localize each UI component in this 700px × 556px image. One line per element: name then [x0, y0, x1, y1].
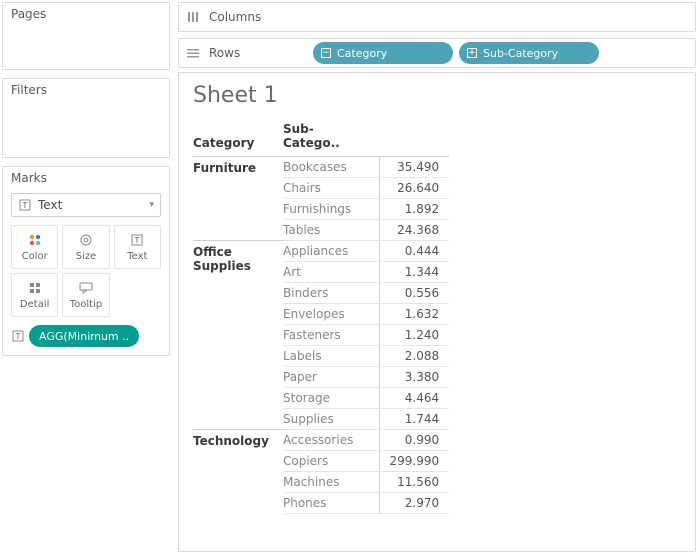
table-row[interactable]: TechnologyAccessories0.990	[193, 430, 449, 451]
pages-label: Pages	[3, 3, 169, 23]
mark-detail-button[interactable]: Detail	[11, 273, 58, 317]
value-cell[interactable]: 26.640	[379, 178, 449, 199]
value-cell[interactable]: 0.444	[379, 241, 449, 262]
size-icon	[79, 233, 93, 247]
columns-shelf[interactable]: Columns	[178, 2, 696, 32]
side-panels: Pages Filters Marks T Text ▾	[0, 0, 176, 556]
subcategory-cell[interactable]: Phones	[283, 493, 379, 514]
text-assign-icon: T	[11, 329, 25, 343]
mark-size-button[interactable]: Size	[62, 225, 109, 269]
table-row[interactable]: FurnitureBookcases35.490	[193, 157, 449, 178]
subcategory-cell[interactable]: Bookcases	[283, 157, 379, 178]
pages-shelf[interactable]: Pages	[2, 2, 170, 70]
value-cell[interactable]: 1.632	[379, 304, 449, 325]
value-cell[interactable]: 0.556	[379, 283, 449, 304]
subcategory-cell[interactable]: Binders	[283, 283, 379, 304]
value-cell[interactable]: 1.344	[379, 262, 449, 283]
rows-fields: − Category + Sub-Category	[313, 42, 599, 64]
header-value	[379, 118, 449, 157]
mark-tooltip-button[interactable]: Tooltip	[62, 273, 109, 317]
marks-type-dropdown[interactable]: T Text ▾	[11, 193, 161, 217]
value-cell[interactable]: 0.990	[379, 430, 449, 451]
subcategory-cell[interactable]: Storage	[283, 388, 379, 409]
rows-label: Rows	[209, 46, 305, 60]
subcategory-cell[interactable]: Supplies	[283, 409, 379, 430]
marks-label: Marks	[3, 167, 169, 187]
worksheet-view[interactable]: Sheet 1 Category Sub-Catego.. FurnitureB…	[178, 72, 696, 552]
marks-type-label: Text	[38, 198, 62, 212]
tooltip-icon	[79, 281, 93, 295]
header-subcategory[interactable]: Sub-Catego..	[283, 118, 379, 157]
subcategory-cell[interactable]: Art	[283, 262, 379, 283]
value-cell[interactable]: 3.380	[379, 367, 449, 388]
text-mark-icon: T	[130, 233, 144, 247]
rows-shelf[interactable]: Rows − Category + Sub-Category	[178, 38, 696, 68]
subcategory-cell[interactable]: Labels	[283, 346, 379, 367]
color-icon	[28, 233, 42, 247]
value-cell[interactable]: 4.464	[379, 388, 449, 409]
detail-icon	[28, 281, 42, 295]
sheet-title[interactable]: Sheet 1	[193, 83, 681, 108]
subcategory-cell[interactable]: Chairs	[283, 178, 379, 199]
expand-icon[interactable]: +	[467, 48, 477, 58]
category-cell[interactable]: Furniture	[193, 157, 283, 241]
columns-icon	[185, 10, 201, 24]
value-cell[interactable]: 1.892	[379, 199, 449, 220]
columns-label: Columns	[209, 10, 305, 24]
field-pill-subcategory[interactable]: + Sub-Category	[459, 42, 599, 64]
mark-color-button[interactable]: Color	[11, 225, 58, 269]
subcategory-cell[interactable]: Tables	[283, 220, 379, 241]
value-cell[interactable]: 1.744	[379, 409, 449, 430]
value-cell[interactable]: 2.970	[379, 493, 449, 514]
mark-text-button[interactable]: T Text	[114, 225, 161, 269]
value-cell[interactable]: 2.088	[379, 346, 449, 367]
agg-pill[interactable]: AGG(Minimum ..	[29, 325, 139, 347]
marks-buttons: Color Size T Text	[3, 225, 169, 317]
subcategory-cell[interactable]: Accessories	[283, 430, 379, 451]
rows-icon	[185, 46, 201, 60]
marks-card: Marks T Text ▾ Color	[2, 166, 170, 356]
filters-shelf[interactable]: Filters	[2, 78, 170, 158]
table-row[interactable]: Office SuppliesAppliances0.444	[193, 241, 449, 262]
collapse-icon[interactable]: −	[321, 48, 331, 58]
filters-label: Filters	[3, 79, 169, 99]
category-cell[interactable]: Office Supplies	[193, 241, 283, 430]
value-cell[interactable]: 11.560	[379, 472, 449, 493]
subcategory-cell[interactable]: Paper	[283, 367, 379, 388]
chevron-down-icon: ▾	[149, 200, 154, 210]
crosstab-table: Category Sub-Catego.. FurnitureBookcases…	[193, 118, 449, 514]
value-cell[interactable]: 24.368	[379, 220, 449, 241]
svg-text:T: T	[15, 332, 21, 341]
subcategory-cell[interactable]: Copiers	[283, 451, 379, 472]
svg-text:T: T	[134, 236, 140, 245]
subcategory-cell[interactable]: Machines	[283, 472, 379, 493]
marks-field-row: T AGG(Minimum ..	[3, 317, 169, 349]
value-cell[interactable]: 35.490	[379, 157, 449, 178]
subcategory-cell[interactable]: Furnishings	[283, 199, 379, 220]
main-area: Columns Rows − Category + Sub-Category S…	[176, 0, 700, 556]
subcategory-cell[interactable]: Appliances	[283, 241, 379, 262]
tableau-worksheet: Pages Filters Marks T Text ▾	[0, 0, 700, 556]
text-icon: T	[18, 198, 32, 212]
subcategory-cell[interactable]: Fasteners	[283, 325, 379, 346]
category-cell[interactable]: Technology	[193, 430, 283, 514]
value-cell[interactable]: 1.240	[379, 325, 449, 346]
field-pill-category[interactable]: − Category	[313, 42, 453, 64]
header-category[interactable]: Category	[193, 118, 283, 157]
svg-text:T: T	[22, 201, 28, 210]
value-cell[interactable]: 299.990	[379, 451, 449, 472]
subcategory-cell[interactable]: Envelopes	[283, 304, 379, 325]
